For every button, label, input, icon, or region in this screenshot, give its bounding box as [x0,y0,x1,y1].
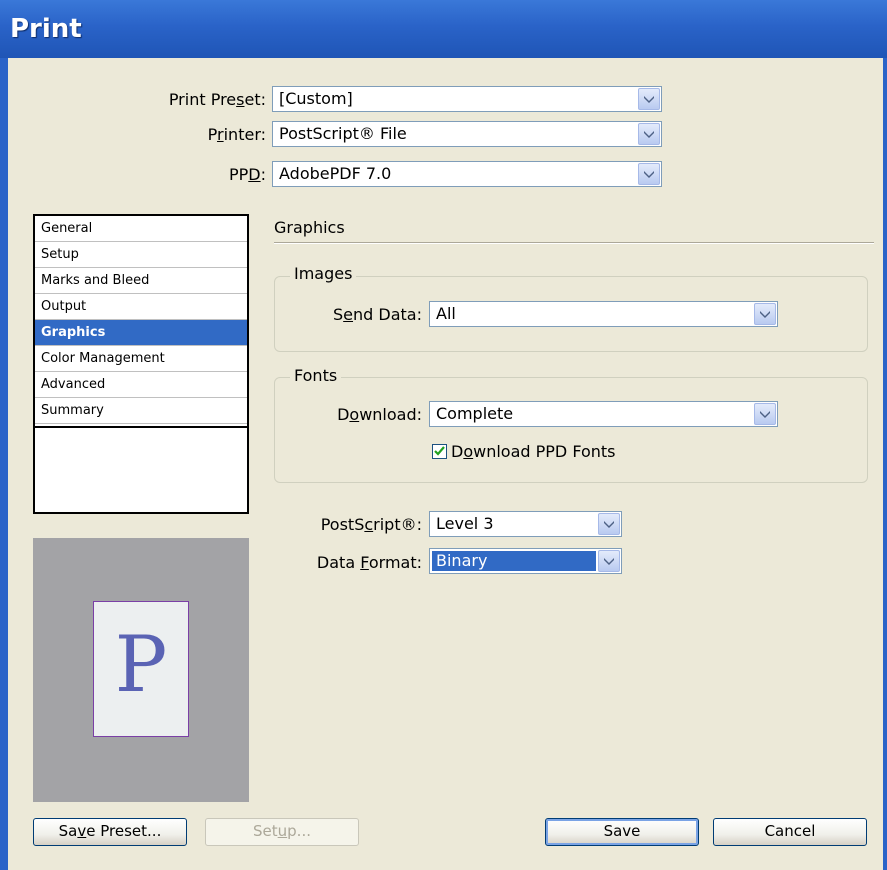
nav-item-summary[interactable]: Summary [35,398,247,424]
category-list[interactable]: General Setup Marks and Bleed Output Gra… [33,214,249,514]
images-group-label: Images [290,264,357,283]
section-divider [274,242,874,244]
checkmark-icon [434,446,445,456]
nav-item-marks-and-bleed[interactable]: Marks and Bleed [35,268,247,294]
fonts-group-label: Fonts [290,366,342,385]
print-preset-value: [Custom] [279,89,353,108]
print-dialog: Print Print Preset: [Custom] Printer: Po… [0,0,887,870]
download-ppd-fonts-checkbox[interactable] [432,444,447,459]
nav-item-general[interactable]: General [35,216,247,242]
download-select[interactable]: Complete [429,401,778,427]
printer-select[interactable]: PostScript® File [272,121,662,147]
chevron-down-icon[interactable] [638,163,660,185]
ppd-value: AdobePDF 7.0 [279,164,392,183]
download-value: Complete [436,404,514,423]
title-bar[interactable]: Print [0,0,887,58]
chevron-down-icon[interactable] [598,550,620,572]
chevron-down-icon[interactable] [638,123,660,145]
print-preset-label: Print Preset: [168,90,266,109]
ppd-select[interactable]: AdobePDF 7.0 [272,161,662,187]
nav-item-setup[interactable]: Setup [35,242,247,268]
window-border-left [0,58,8,870]
page-preview-letter: P [114,620,168,710]
download-ppd-fonts-label[interactable]: Download PPD Fonts [451,442,616,461]
send-data-value: All [436,304,456,323]
save-button[interactable]: Save [545,818,699,846]
save-preset-button[interactable]: Save Preset... [33,818,187,846]
page-preview: P [33,538,249,802]
send-data-label: Send Data: [333,305,422,324]
window-title: Print [10,14,82,44]
list-empty-area [35,426,247,512]
print-preset-select[interactable]: [Custom] [272,86,662,112]
fonts-group [274,377,868,483]
chevron-down-icon[interactable] [754,303,776,325]
ppd-label: PPD: [228,165,266,184]
download-label: Download: [337,405,422,424]
setup-button[interactable]: Setup... [205,818,359,846]
chevron-down-icon[interactable] [598,513,620,535]
section-title: Graphics [274,218,345,237]
data-format-label: Data Format: [316,553,422,572]
postscript-label: PostScript®: [320,515,422,534]
nav-item-output[interactable]: Output [35,294,247,320]
window-border-right [883,58,887,870]
postscript-value: Level 3 [436,514,494,533]
data-format-select[interactable]: Binary [429,548,622,574]
postscript-select[interactable]: Level 3 [429,511,622,537]
nav-item-color-management[interactable]: Color Management [35,346,247,372]
printer-value: PostScript® File [279,124,407,143]
printer-label: Printer: [207,125,266,144]
page-preview-sheet: P [93,601,189,737]
data-format-value: Binary [436,551,488,570]
chevron-down-icon[interactable] [638,88,660,110]
nav-item-advanced[interactable]: Advanced [35,372,247,398]
nav-item-graphics[interactable]: Graphics [35,320,247,346]
cancel-button[interactable]: Cancel [713,818,867,846]
send-data-select[interactable]: All [429,301,778,327]
chevron-down-icon[interactable] [754,403,776,425]
